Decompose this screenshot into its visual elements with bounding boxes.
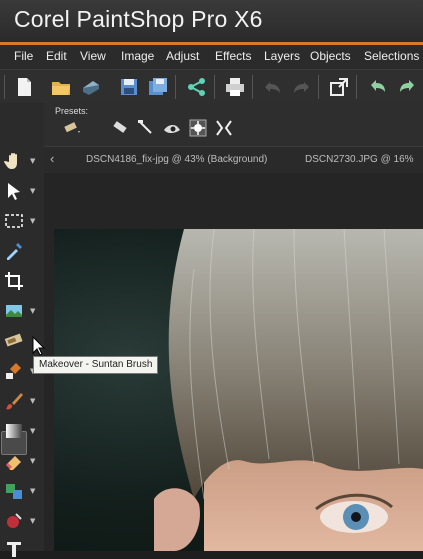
share-icon[interactable] (186, 76, 208, 98)
undo-icon[interactable] (262, 76, 284, 98)
rotate-right-icon[interactable] (396, 76, 418, 98)
chevron-down-icon[interactable]: ▼ (30, 487, 35, 495)
main-toolbar (0, 69, 423, 104)
menu-effects[interactable]: Effects (215, 49, 251, 63)
tab-dscn4186[interactable]: DSCN4186_fix-jpg @ 43% (Background) (86, 154, 267, 165)
toothbrush-icon[interactable] (136, 118, 156, 138)
chevron-down-icon[interactable]: ▼ (30, 457, 35, 465)
document-tabs: ‹ DSCN4186_fix-jpg @ 43% (Background) DS… (44, 146, 423, 174)
chevron-left-icon[interactable]: ‹ (50, 151, 54, 166)
menu-image[interactable]: Image (121, 49, 154, 63)
toolbar-grip (4, 75, 5, 99)
app-title: Corel PaintShop Pro X6 (14, 6, 263, 32)
chevron-down-icon[interactable]: ▼ (30, 427, 35, 435)
menu-selections[interactable]: Selections (364, 49, 419, 63)
makeover-tool-icon[interactable] (4, 331, 24, 351)
chevron-down-icon[interactable]: ▼ (30, 517, 35, 525)
chevron-down-icon[interactable]: ▼ (30, 397, 35, 405)
eye-drop-icon[interactable] (162, 118, 182, 138)
selection-tool-icon[interactable] (4, 211, 24, 231)
fullscreen-icon[interactable] (328, 76, 350, 98)
straighten-tool-icon[interactable] (4, 301, 24, 321)
tab-dscn2730[interactable]: DSCN2730.JPG @ 16% (305, 154, 414, 165)
tools-palette: ▼ ▼ ▼ ▼ ▼ ▼ ▼ ▼ ▼ ▼ (0, 103, 45, 557)
thinify-icon[interactable] (214, 118, 234, 138)
crop-tool-icon[interactable] (4, 271, 24, 291)
menu-bar: File Edit View Image Adjust Effects Laye… (0, 45, 423, 69)
redo-icon[interactable] (290, 76, 312, 98)
gradient-icon[interactable] (4, 421, 24, 441)
menu-objects[interactable]: Objects (310, 49, 351, 63)
menu-adjust[interactable]: Adjust (166, 49, 199, 63)
toolbar-separator (318, 75, 319, 99)
toolbar-separator (214, 75, 215, 99)
chevron-down-icon[interactable]: ▼ (30, 307, 35, 315)
rotate-left-icon[interactable] (367, 76, 389, 98)
pan-tool-icon[interactable] (4, 151, 24, 171)
chevron-down-icon[interactable]: ▼ (30, 187, 35, 195)
paint-brush-icon[interactable] (4, 391, 24, 411)
suntan-icon[interactable] (188, 118, 208, 138)
chevron-down-icon[interactable]: ▼ (30, 217, 35, 225)
fill-icon[interactable] (4, 481, 24, 501)
print-icon[interactable] (224, 76, 246, 98)
toolbar-separator (175, 75, 176, 99)
presets-label: Presets: (55, 106, 89, 116)
portrait-image (154, 229, 423, 551)
tool-options-bar: Presets: (44, 103, 423, 146)
clone-brush-icon[interactable] (4, 361, 24, 381)
title-bar: Corel PaintShop Pro X6 (0, 0, 423, 42)
blemish-fixer-icon[interactable] (110, 118, 130, 138)
menu-file[interactable]: File (14, 49, 33, 63)
pick-tool-icon[interactable] (4, 181, 24, 201)
open-folder-icon[interactable] (50, 76, 72, 98)
menu-edit[interactable]: Edit (46, 49, 67, 63)
object-remover-icon[interactable] (4, 511, 24, 531)
dropper-tool-icon[interactable] (4, 241, 24, 261)
save-icon[interactable] (118, 76, 140, 98)
mouse-cursor (32, 336, 46, 356)
text-tool-icon[interactable] (4, 539, 24, 559)
scan-icon[interactable] (80, 76, 102, 98)
new-file-icon[interactable] (13, 76, 35, 98)
eraser-icon[interactable] (4, 451, 24, 471)
tool-tooltip: Makeover - Suntan Brush (33, 356, 159, 374)
preset-picker-icon[interactable] (62, 118, 82, 138)
photo-canvas[interactable] (54, 229, 423, 551)
menu-layers[interactable]: Layers (264, 49, 300, 63)
toolbar-separator (356, 75, 357, 99)
menu-view[interactable]: View (80, 49, 106, 63)
chevron-down-icon[interactable]: ▼ (30, 157, 35, 165)
save-as-icon[interactable] (147, 76, 169, 98)
toolbar-separator (252, 75, 253, 99)
